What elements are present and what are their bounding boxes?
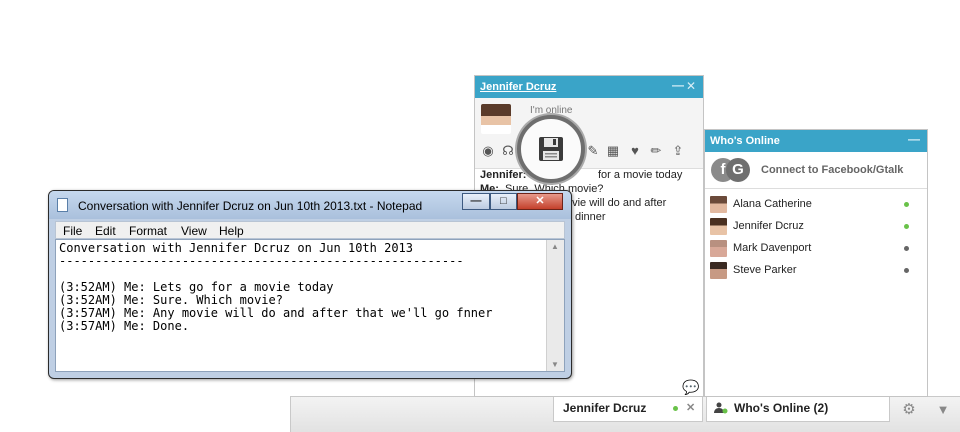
- maximize-button[interactable]: □: [490, 193, 517, 210]
- contact-name: Steve Parker: [733, 264, 797, 276]
- message-text: for a movie today: [598, 169, 683, 181]
- contact-name: Jennifer Dcruz: [733, 220, 804, 232]
- avatar: [710, 218, 727, 235]
- contact-item[interactable]: Jennifer Dcruz: [705, 216, 927, 238]
- chat-tab-label: Jennifer Dcruz: [563, 401, 647, 415]
- minimize-button[interactable]: —: [462, 193, 490, 210]
- avatar: [481, 104, 511, 134]
- whos-online-tab[interactable]: Who's Online (2): [706, 396, 890, 422]
- connect-label: Connect to Facebook/Gtalk: [761, 164, 904, 176]
- text-editor-area[interactable]: Conversation with Jennifer Dcruz on Jun …: [55, 239, 565, 372]
- save-icon: [539, 137, 563, 161]
- settings-gear-icon[interactable]: ⚙: [896, 399, 922, 421]
- chat-title-link[interactable]: Jennifer Dcruz: [480, 81, 556, 93]
- whos-online-panel: Who's Online — fG Connect to Facebook/Gt…: [704, 129, 928, 397]
- document-text: Conversation with Jennifer Dcruz on Jun …: [59, 241, 493, 333]
- upload-icon[interactable]: ⇪: [669, 142, 687, 160]
- avatar: [710, 262, 727, 279]
- whiteboard-icon[interactable]: ▦: [604, 142, 622, 160]
- status-dot: [904, 202, 909, 207]
- status-dot: [904, 268, 909, 273]
- edit-icon[interactable]: ✎: [584, 142, 602, 160]
- message-text: dinner: [575, 211, 606, 223]
- online-status-dot: [673, 406, 678, 411]
- collapse-down-icon[interactable]: ▼: [930, 399, 956, 421]
- close-icon[interactable]: ✕: [686, 79, 696, 93]
- webcam-icon[interactable]: ◉: [479, 142, 497, 160]
- game-icon[interactable]: ♥: [626, 142, 644, 160]
- menu-file[interactable]: File: [63, 224, 82, 238]
- chat-header: Jennifer Dcruz — ✕: [475, 76, 703, 98]
- contact-name: Alana Catherine: [733, 198, 812, 210]
- audio-icon[interactable]: ☊: [499, 142, 517, 160]
- contact-item[interactable]: Alana Catherine: [705, 194, 927, 216]
- minimize-icon[interactable]: —: [908, 132, 920, 146]
- menu-edit[interactable]: Edit: [95, 224, 116, 238]
- notepad-icon: [57, 198, 68, 212]
- message-text: ovie will do and after: [566, 197, 667, 209]
- contact-item[interactable]: Mark Davenport: [705, 238, 927, 260]
- message-sender: Jennifer:: [480, 169, 527, 181]
- vertical-scrollbar[interactable]: ▲ ▼: [546, 240, 564, 371]
- window-title: Conversation with Jennifer Dcruz on Jun …: [78, 199, 423, 213]
- facebook-gtalk-icon: fG: [711, 158, 751, 182]
- connect-social-button[interactable]: fG Connect to Facebook/Gtalk: [705, 152, 927, 189]
- menu-bar: File Edit Format View Help: [55, 221, 565, 239]
- chat-bubble-icon[interactable]: 💬: [682, 379, 699, 396]
- scroll-up-icon[interactable]: ▲: [551, 242, 559, 251]
- chat-toolbar: ◉ ☊ ✎ ▦ ♥ ✏ ⇪: [479, 142, 699, 162]
- whos-online-header: Who's Online —: [705, 130, 927, 152]
- contact-item[interactable]: Steve Parker: [705, 260, 927, 282]
- notepad-window: Conversation with Jennifer Dcruz on Jun …: [48, 190, 572, 379]
- panel-title: Who's Online: [710, 135, 780, 147]
- whos-online-tab-label: Who's Online (2): [734, 401, 829, 415]
- menu-format[interactable]: Format: [129, 224, 167, 238]
- scroll-down-icon[interactable]: ▼: [551, 360, 559, 369]
- close-button[interactable]: ✕: [517, 193, 563, 210]
- minimize-icon[interactable]: —: [672, 78, 684, 92]
- status-dot: [904, 246, 909, 251]
- user-icon: [714, 402, 728, 417]
- avatar: [710, 196, 727, 213]
- menu-help[interactable]: Help: [219, 224, 244, 238]
- pencil-icon[interactable]: ✏: [647, 142, 665, 160]
- contact-name: Mark Davenport: [733, 242, 812, 254]
- status-dot: [904, 224, 909, 229]
- save-conversation-button[interactable]: [517, 115, 585, 183]
- close-icon[interactable]: ✕: [686, 401, 695, 414]
- avatar: [710, 240, 727, 257]
- notepad-titlebar[interactable]: Conversation with Jennifer Dcruz on Jun …: [49, 191, 571, 219]
- menu-view[interactable]: View: [181, 224, 207, 238]
- chat-tab-jennifer[interactable]: Jennifer Dcruz ✕: [553, 396, 703, 422]
- chat-user-info: I'm online ◉ ☊ ✎ ▦ ♥ ✏ ⇪: [475, 98, 703, 169]
